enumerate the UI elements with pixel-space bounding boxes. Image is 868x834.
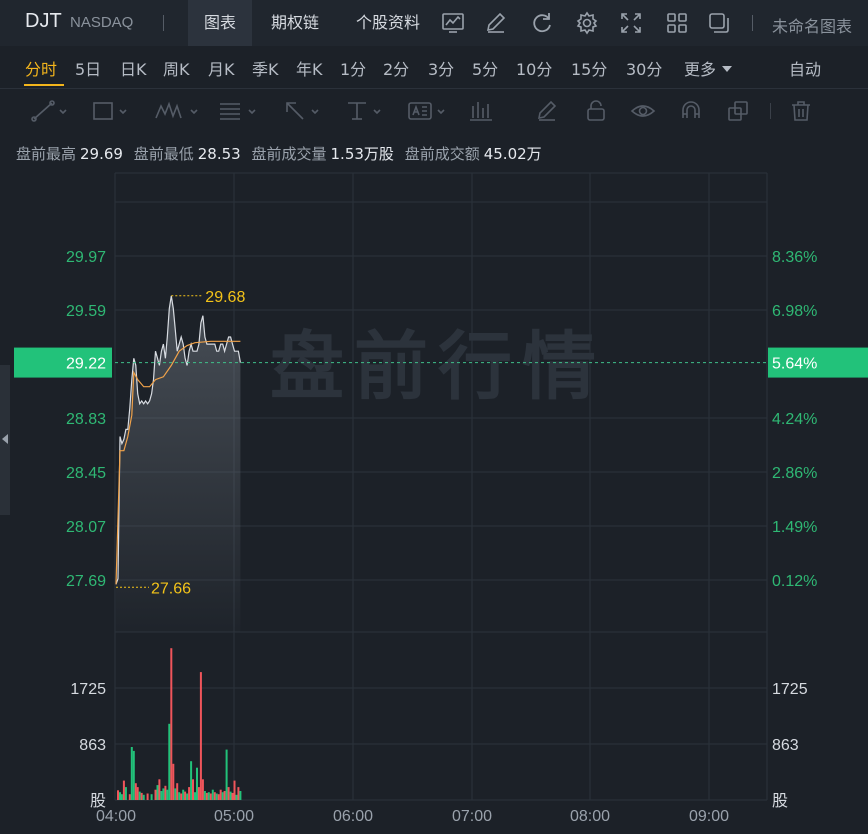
volume-bar xyxy=(170,648,173,800)
current-price-label: 29.22 xyxy=(66,356,106,373)
price-tick-label: 28.83 xyxy=(66,411,106,428)
volume-bar xyxy=(168,723,171,800)
volume-bar xyxy=(182,789,185,800)
percent-tick-label: 4.24% xyxy=(772,411,817,428)
volume-bar xyxy=(231,792,234,800)
volume-bar xyxy=(150,794,153,800)
volume-tick-label-left: 1725 xyxy=(70,681,106,698)
time-tick-label: 08:00 xyxy=(570,808,610,825)
volume-bar xyxy=(219,789,222,800)
volume-bar xyxy=(156,785,159,800)
volume-bar xyxy=(225,749,228,800)
volume-bar xyxy=(194,792,196,800)
time-tick-label: 09:00 xyxy=(689,808,729,825)
volume-bar xyxy=(196,767,198,800)
volume-bar xyxy=(217,794,220,800)
price-tick-label: 27.69 xyxy=(66,573,106,590)
volume-tick-label-right: 863 xyxy=(772,737,799,754)
volume-tick-label-left: 863 xyxy=(79,737,106,754)
volume-bars xyxy=(117,648,242,800)
time-tick-label: 04:00 xyxy=(96,808,136,825)
volume-bar xyxy=(132,750,135,800)
volume-bar xyxy=(215,793,218,800)
volume-bar xyxy=(188,787,191,800)
low-price-label: 27.66 xyxy=(151,580,191,597)
volume-bar xyxy=(122,780,125,800)
volume-bar xyxy=(154,789,157,800)
volume-bar xyxy=(178,792,181,800)
volume-bar xyxy=(117,790,119,800)
percent-tick-label: 2.86% xyxy=(772,465,817,482)
volume-bar xyxy=(207,792,210,800)
volume-bar xyxy=(130,747,133,800)
volume-bar xyxy=(136,787,139,800)
volume-bar xyxy=(138,791,141,800)
volume-unit-label-right: 股 xyxy=(772,791,788,810)
volume-bar xyxy=(134,783,137,800)
volume-bar xyxy=(213,792,216,800)
volume-bar xyxy=(158,779,161,800)
volume-bar xyxy=(184,791,187,800)
volume-bar xyxy=(174,788,177,800)
volume-bar xyxy=(237,787,240,800)
volume-bar xyxy=(197,787,200,800)
volume-bar xyxy=(176,783,179,800)
volume-bar xyxy=(229,791,232,800)
volume-bar xyxy=(209,793,212,800)
volume-bar xyxy=(172,763,175,800)
price-tick-label: 28.07 xyxy=(66,519,106,536)
volume-bar xyxy=(166,789,169,800)
volume-bar xyxy=(140,792,143,800)
volume-bar xyxy=(203,791,206,800)
volume-bar xyxy=(235,794,238,800)
volume-bar xyxy=(186,793,189,800)
volume-bar xyxy=(223,791,226,800)
time-tick-label: 07:00 xyxy=(452,808,492,825)
volume-bar xyxy=(199,672,202,800)
price-tick-label: 29.97 xyxy=(66,249,106,266)
volume-bar xyxy=(201,779,204,800)
percent-tick-label: 8.36% xyxy=(772,249,817,266)
volume-bar xyxy=(146,793,149,800)
volume-bar xyxy=(233,780,236,800)
volume-bar xyxy=(180,793,183,800)
volume-bar xyxy=(160,791,163,800)
intraday-chart[interactable]: 盘前行情 29.97 29.59 28.83 28.45 28.07 27.69 8.36%… xyxy=(0,0,868,834)
volume-bar xyxy=(221,792,224,800)
volume-bar xyxy=(128,794,131,800)
volume-bar xyxy=(164,785,167,800)
price-tick-label: 28.45 xyxy=(66,465,106,482)
volume-bar xyxy=(227,787,230,800)
time-tick-label: 06:00 xyxy=(333,808,373,825)
volume-bar xyxy=(205,792,208,800)
high-price-label: 29.68 xyxy=(205,289,245,306)
watermark: 盘前行情 xyxy=(270,324,606,410)
volume-tick-label-right: 1725 xyxy=(772,681,808,698)
volume-bar xyxy=(120,794,123,800)
volume-bar xyxy=(124,787,127,800)
volume-bar xyxy=(142,794,145,800)
current-percent-label: 5.64% xyxy=(772,356,817,373)
price-tick-label: 29.59 xyxy=(66,303,106,320)
volume-bar xyxy=(190,761,193,800)
percent-tick-label: 0.12% xyxy=(772,573,817,590)
volume-bar xyxy=(192,779,194,800)
volume-bar xyxy=(211,789,214,800)
volume-bar xyxy=(119,792,121,800)
volume-bar xyxy=(162,788,165,800)
volume-bar xyxy=(239,791,242,800)
percent-tick-label: 6.98% xyxy=(772,303,817,320)
time-tick-label: 05:00 xyxy=(214,808,254,825)
percent-tick-label: 1.49% xyxy=(772,519,817,536)
